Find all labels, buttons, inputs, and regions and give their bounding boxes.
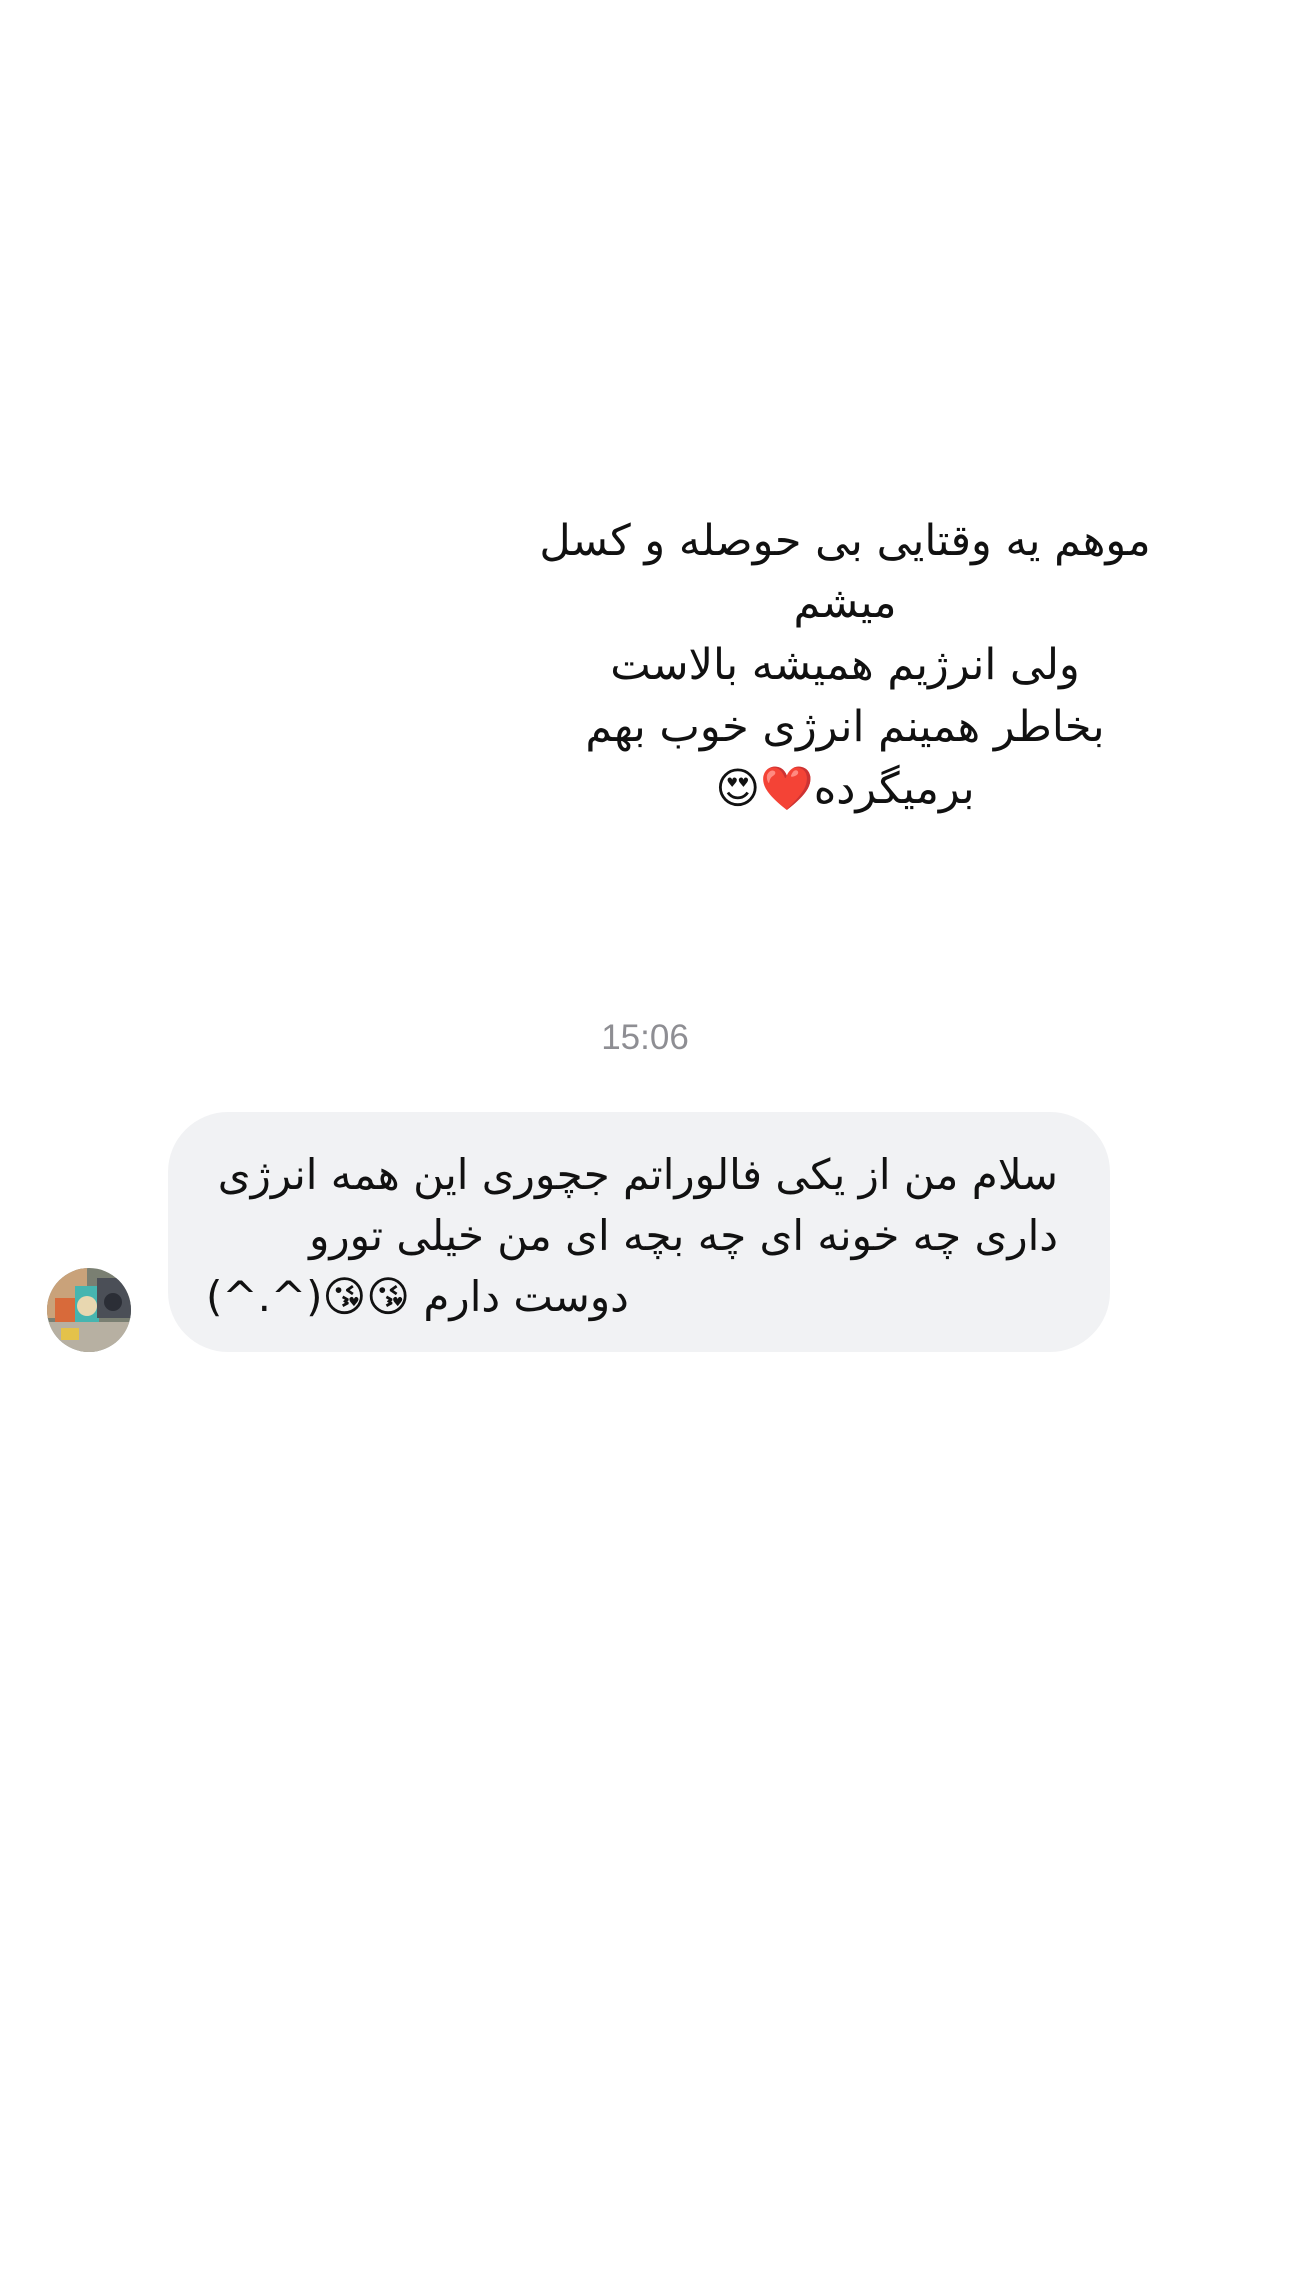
shared-story-text: موهم یه وقتایی بی حوصله و کسل میشم ولی ا… xyxy=(520,510,1170,820)
story-text-line: موهم یه وقتایی بی حوصله و کسل xyxy=(539,516,1151,566)
avatar[interactable] xyxy=(47,1268,131,1352)
message-timestamp: 15:06 xyxy=(601,1018,689,1057)
story-text-line: بخاطر همینم انرژی خوب بهم xyxy=(585,702,1105,752)
message-line: داری چه خونه ای چه بچه ای من خیلی تورو xyxy=(309,1211,1058,1260)
message-line: سلام من از یکی فالوراتم جچوری این همه ان… xyxy=(217,1150,1058,1199)
profile-photo-icon xyxy=(47,1268,131,1352)
message-line-last: دوست دارم 😘😘(^.^) xyxy=(206,1266,1058,1327)
message-line: دوست دارم 😘😘(^.^) xyxy=(206,1272,629,1321)
story-text-line: میشم xyxy=(793,578,897,628)
story-text-line: ولی انرژیم همیشه بالاست xyxy=(610,640,1080,690)
story-text-line: برمیگرده❤️😍 xyxy=(715,764,975,814)
received-message-bubble[interactable]: سلام من از یکی فالوراتم جچوری این همه ان… xyxy=(168,1112,1110,1352)
